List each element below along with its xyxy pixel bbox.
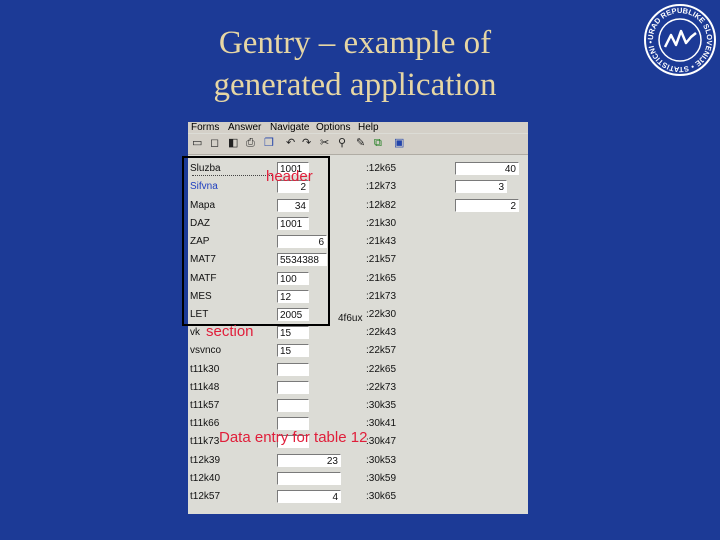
- row-code: :12k73: [366, 181, 397, 192]
- menu-bar: Forms Answer Navigate Options Help: [188, 122, 528, 133]
- header-annotation: header: [266, 168, 313, 185]
- duplicate-icon[interactable]: ⧉: [374, 137, 382, 150]
- copy-icon[interactable]: ❐: [264, 137, 274, 150]
- row-input[interactable]: 4: [277, 490, 341, 503]
- row-code: :12k65: [366, 163, 397, 174]
- row-code: :22k30: [366, 309, 397, 320]
- right-field-3[interactable]: 2: [455, 199, 519, 212]
- redo-icon[interactable]: ↷: [302, 137, 311, 150]
- row-input[interactable]: [277, 363, 309, 376]
- statistical-office-seal-icon: URAD REPUBLIKE SLOVENIJE • STATISTICNI •: [644, 4, 716, 76]
- row-code: :22k65: [366, 364, 397, 375]
- right-field-2[interactable]: 3: [455, 180, 507, 193]
- row-code: :30k41: [366, 418, 397, 429]
- row-code: :30k53: [366, 455, 397, 466]
- mid-label: 4f6ux: [338, 313, 363, 324]
- row-code: :21k65: [366, 273, 397, 284]
- menu-navigate[interactable]: Navigate: [270, 122, 309, 133]
- right-field-1[interactable]: 40: [455, 162, 519, 175]
- row-input[interactable]: 23: [277, 454, 341, 467]
- row-label: t12k40: [190, 473, 221, 484]
- svg-text:URAD REPUBLIKE SLOVENIJE • STA: URAD REPUBLIKE SLOVENIJE • STATISTICNI •: [646, 6, 714, 74]
- row-label: t11k30: [190, 364, 220, 375]
- data-entry-annotation: Data entry for table 12: [219, 429, 368, 446]
- row-input[interactable]: [277, 399, 309, 412]
- row-label: vk: [190, 327, 200, 338]
- row-input[interactable]: 15: [277, 326, 309, 339]
- cut-icon[interactable]: ✂: [320, 137, 329, 150]
- row-label: t12k57: [190, 491, 221, 502]
- row-code: :30k65: [366, 491, 397, 502]
- row-code: :21k43: [366, 236, 397, 247]
- row-input[interactable]: [277, 472, 341, 485]
- row-code: :22k57: [366, 345, 397, 356]
- row-input[interactable]: 15: [277, 344, 309, 357]
- row-label: t11k57: [190, 400, 220, 411]
- row-label: t11k73: [190, 436, 220, 447]
- toolbar: ▭ ◻ ◧ ⎙ ❐ ↶ ↷ ✂ ⚲ ✎ ⧉ ▣: [188, 134, 528, 155]
- row-code: :21k30: [366, 218, 397, 229]
- row-input[interactable]: [277, 381, 309, 394]
- edit-icon[interactable]: ✎: [356, 137, 365, 150]
- row-code: :21k73: [366, 291, 397, 302]
- row-code: :30k47: [366, 436, 397, 447]
- row-label: vsvnco: [190, 345, 222, 356]
- row-code: :30k59: [366, 473, 397, 484]
- chart-icon[interactable]: ▣: [394, 137, 404, 150]
- attach-icon[interactable]: ⚲: [338, 137, 346, 150]
- slide-title: Gentry – example of generated applicatio…: [130, 22, 580, 106]
- undo-icon[interactable]: ↶: [286, 137, 295, 150]
- menu-help[interactable]: Help: [358, 122, 379, 133]
- menu-options[interactable]: Options: [316, 122, 350, 133]
- row-label: t11k48: [190, 382, 220, 393]
- menu-forms[interactable]: Forms: [191, 122, 219, 133]
- row-code: :30k35: [366, 400, 397, 411]
- row-code: :12k82: [366, 200, 397, 211]
- row-code: :22k43: [366, 327, 397, 338]
- row-label: t11k66: [190, 418, 220, 429]
- title-line-1: Gentry – example of: [218, 25, 492, 61]
- open-icon[interactable]: ◻: [210, 137, 219, 150]
- row-label: t12k39: [190, 455, 221, 466]
- row-code: :21k57: [366, 254, 397, 265]
- menu-answer[interactable]: Answer: [228, 122, 261, 133]
- title-line-2: generated application: [213, 67, 497, 103]
- print-icon[interactable]: ⎙: [246, 137, 255, 150]
- row-code: :22k73: [366, 382, 397, 393]
- section-annotation: section: [206, 323, 254, 340]
- prev-icon[interactable]: ◧: [228, 137, 238, 150]
- new-icon[interactable]: ▭: [192, 137, 202, 150]
